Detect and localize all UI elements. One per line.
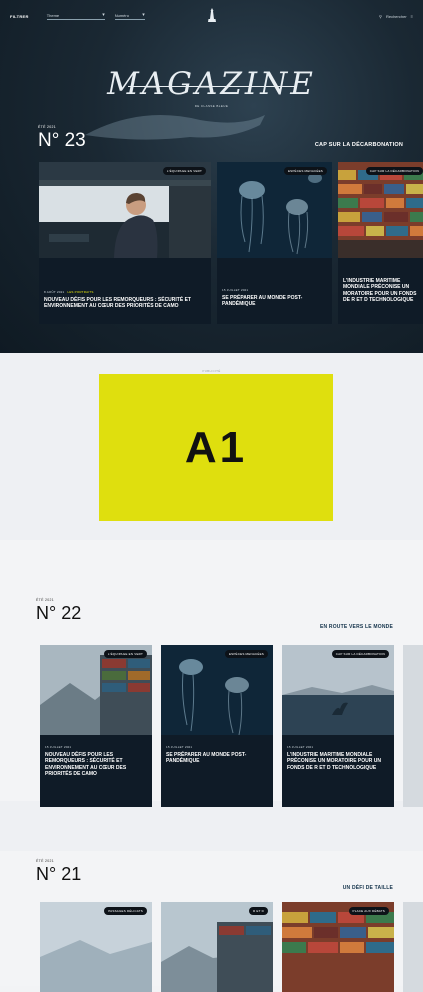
issue-23-heading: ÉTÉ 2021 N° 23	[38, 125, 86, 152]
jellyfish-image: ESPÈCES MENACÉES	[217, 162, 332, 258]
article-card[interactable]: L'ÉQUIPAGE EN VERT 8 AOÛT 2021 LES PORTRA…	[39, 162, 211, 324]
chevron-down-icon: ▾	[102, 12, 105, 18]
magazine-hero: FILTRER Theme ▾ Numéro ▾ ⚲ Rechercher ≡ …	[0, 0, 423, 353]
article-card-partial[interactable]	[403, 902, 423, 992]
article-meta: 15 JUILLET 2021	[166, 745, 193, 749]
magazine-subtitle: DE CLASSE BLEUE	[194, 104, 229, 108]
ship-bridge-image: L'ÉQUIPAGE EN VERT	[39, 162, 211, 258]
category-tag[interactable]: ESPÈCES MENACÉES	[224, 650, 268, 658]
article-date: 8 AOÛT 2021	[44, 290, 65, 294]
category-tag[interactable]: L'ÉQUIPAGE EN VERT	[103, 650, 147, 658]
article-title: SE PRÉPARER AU MONDE POST-PANDÉMIQUE	[166, 752, 247, 765]
lighthouse-logo-icon[interactable]	[207, 8, 217, 22]
issue-number: N° 21	[36, 864, 82, 884]
issue-theme-link[interactable]: CAP SUR LA DÉCARBONATION	[315, 142, 403, 148]
article-title: L'INDUSTRIE MARITIME MONDIALE PRÉCONISE …	[343, 278, 417, 304]
category-tag[interactable]: R ET D	[249, 907, 268, 915]
menu-icon: ≡	[410, 13, 413, 19]
article-meta: 8 AOÛT 2021 LES PORTRAITS	[39, 290, 211, 294]
issue-22-card-row: L'ÉQUIPAGE EN VERT 15 JUILLET 2021 NOUVE…	[40, 645, 423, 807]
magazine-title-text: MAGAZINE	[107, 66, 316, 102]
magazine-title: MAGAZINE	[0, 66, 423, 102]
title-strike-line	[128, 86, 295, 87]
ad-banner[interactable]: A1	[99, 374, 333, 521]
issue-21-heading: ÉTÉ 2021 N° 21	[36, 859, 81, 885]
article-card[interactable]: ESPÈCES MENACÉES 15 JUILLET 2021 SE PRÉP…	[217, 162, 332, 324]
category-tag[interactable]: PLACE AUX DÉBATS	[348, 907, 389, 915]
article-title: L'INDUSTRIE MARITIME MONDIALE PRÉCONISE …	[287, 752, 381, 771]
filter-label: FILTRER	[10, 13, 29, 19]
article-meta: 15 JUILLET 2021	[45, 745, 72, 749]
jellyfish-image: ESPÈCES MENACÉES	[161, 645, 273, 735]
article-title: NOUVEAU DÉFIS POUR LES REMORQUEURS : SÉC…	[45, 752, 127, 778]
article-meta: 15 JUILLET 2021	[287, 745, 314, 749]
category-tag[interactable]: CAP SUR LA DÉCARBONATION	[331, 650, 389, 658]
theme-dropdown-label: Theme	[46, 12, 60, 18]
article-card[interactable]: R ET D	[161, 902, 273, 992]
issue-date: ÉTÉ 2021	[38, 125, 56, 129]
article-category: LES PORTRAITS	[67, 290, 94, 294]
issue-number: N° 22	[36, 603, 82, 623]
article-card-partial[interactable]	[403, 645, 423, 807]
containers-image: L'ÉQUIPAGE EN VERT	[40, 645, 152, 735]
article-meta: 15 JUILLET 2021	[217, 288, 332, 292]
article-date: 15 JUILLET 2021	[222, 288, 249, 292]
issue-number: N° 23	[38, 130, 86, 151]
issue-theme-link[interactable]: EN ROUTE VERS LE MONDE	[320, 624, 393, 630]
category-tag[interactable]: PASSAGES DÉLICATS	[104, 907, 147, 915]
search-link[interactable]: ⚲ Rechercher ≡	[379, 14, 413, 19]
containers-image: R ET D	[161, 902, 273, 992]
issue-theme-link[interactable]: UN DÉFI DE TAILLE	[343, 885, 393, 891]
category-tag[interactable]: CAP SUR LA DÉCARBONATION	[365, 167, 423, 175]
issue-21-card-row: PASSAGES DÉLICATS R ET D PLACE AUX DÉBAT…	[40, 902, 423, 992]
article-title: SE PRÉPARER AU MONDE POST-PANDÉMIQUE	[222, 295, 303, 308]
issue-23-card-row: L'ÉQUIPAGE EN VERT 8 AOÛT 2021 LES PORTRA…	[39, 162, 423, 324]
article-card[interactable]: PLACE AUX DÉBATS	[282, 902, 394, 992]
issue-21-section: ÉTÉ 2021 N° 21 UN DÉFI DE TAILLE PASSAGE…	[0, 851, 423, 992]
article-card[interactable]: ESPÈCES MENACÉES 15 JUILLET 2021 SE PRÉP…	[161, 645, 273, 807]
search-icon: ⚲	[379, 13, 382, 19]
article-card[interactable]: CAP SUR LA DÉCARBONATION L'INDUSTRIE MAR…	[338, 162, 423, 324]
section-divider	[0, 801, 423, 851]
article-card[interactable]: PASSAGES DÉLICATS	[40, 902, 152, 992]
containers-image: PLACE AUX DÉBATS	[282, 902, 394, 992]
article-card[interactable]: CAP SUR LA DÉCARBONATION 15 JUILLET 2021…	[282, 645, 394, 807]
top-filter-bar: FILTRER Theme ▾ Numéro ▾ ⚲ Rechercher ≡	[10, 8, 413, 24]
category-tag[interactable]: L'ÉQUIPAGE EN VERT	[162, 167, 206, 175]
issue-date: ÉTÉ 2021	[36, 859, 54, 863]
whale-tail-image: CAP SUR LA DÉCARBONATION	[282, 645, 394, 735]
theme-dropdown[interactable]: Theme ▾	[46, 12, 105, 20]
sky-image: PASSAGES DÉLICATS	[40, 902, 152, 992]
article-title: NOUVEAU DÉFIS POUR LES REMORQUEURS : SÉC…	[44, 297, 191, 310]
chevron-down-icon: ▾	[142, 12, 145, 18]
issue-22-section: ÉTÉ 2021 N° 22 EN ROUTE VERS LE MONDE L'…	[0, 540, 423, 807]
issue-date: ÉTÉ 2021	[36, 598, 54, 602]
issue-dropdown[interactable]: Numéro ▾	[114, 12, 145, 20]
category-tag[interactable]: ESPÈCES MENACÉES	[283, 167, 327, 175]
search-link-label: Rechercher	[385, 13, 407, 19]
issue-22-heading: ÉTÉ 2021 N° 22	[36, 598, 81, 624]
article-card[interactable]: L'ÉQUIPAGE EN VERT 15 JUILLET 2021 NOUVE…	[40, 645, 152, 807]
advertisement-section: PUBLICITÉ A1	[0, 353, 423, 540]
issue-dropdown-label: Numéro	[114, 12, 129, 18]
ad-label: PUBLICITÉ	[202, 369, 221, 373]
containers-image: CAP SUR LA DÉCARBONATION	[338, 162, 423, 258]
ad-banner-text: A1	[184, 422, 248, 472]
